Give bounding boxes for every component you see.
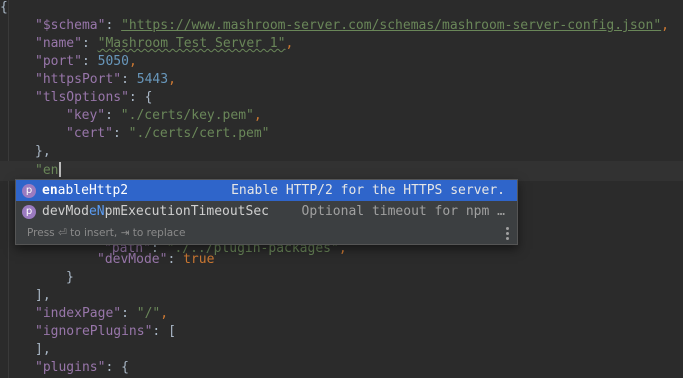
code-line: "indexPage": "/", xyxy=(35,306,169,321)
schema-link[interactable]: "https://www.mashroom-server.com/schemas… xyxy=(121,18,661,33)
completion-hint: Press ⏎ to insert, ⇥ to replace xyxy=(27,227,186,239)
text-caret xyxy=(59,162,62,177)
code-line: "httpsPort": 5443, xyxy=(35,72,176,87)
indent-guide xyxy=(8,0,9,378)
code-line: } xyxy=(66,270,74,285)
code-line: }, xyxy=(35,144,51,159)
current-line-highlight xyxy=(0,161,683,181)
code-line: ], xyxy=(35,288,51,303)
code-line: ], xyxy=(35,342,51,357)
code-line: "port": 5050, xyxy=(35,54,137,69)
completion-popup: p enableHttp2 Enable HTTP/2 for the HTTP… xyxy=(15,179,518,245)
code-line: "cert": "./certs/cert.pem" xyxy=(66,126,270,141)
completion-item-name: enableHttp2 xyxy=(42,183,129,198)
more-vertical-icon[interactable] xyxy=(506,227,509,242)
code-line: "ignorePlugins": [ xyxy=(35,324,176,339)
completion-item-enableHttp2[interactable]: p enableHttp2 Enable HTTP/2 for the HTTP… xyxy=(16,180,517,201)
completion-item-name: devModeNpmExecutionTimeoutSec xyxy=(42,204,269,219)
code-line: "key": "./certs/key.pem", xyxy=(66,108,262,123)
code-line: "$schema": "https://www.mashroom-server.… xyxy=(35,18,669,33)
code-line: { xyxy=(0,0,8,15)
code-line: "devMode": true xyxy=(97,252,215,267)
property-icon: p xyxy=(22,205,36,219)
completion-item-description: Optional timeout for npm … xyxy=(301,204,506,219)
code-line: "plugins": { xyxy=(35,360,129,375)
code-line: "tlsOptions": { xyxy=(35,90,153,105)
completion-footer: Press ⏎ to insert, ⇥ to replace xyxy=(16,223,517,244)
completion-item-description: Enable HTTP/2 for the HTTPS server. xyxy=(231,183,505,198)
code-line: "name": "Mashroom Test Server 1", xyxy=(35,36,294,51)
code-line: "en xyxy=(35,161,62,181)
completion-item-devModeNpmExecutionTimeoutSec[interactable]: p devModeNpmExecutionTimeoutSec Optional… xyxy=(16,201,517,222)
property-icon: p xyxy=(22,184,36,198)
